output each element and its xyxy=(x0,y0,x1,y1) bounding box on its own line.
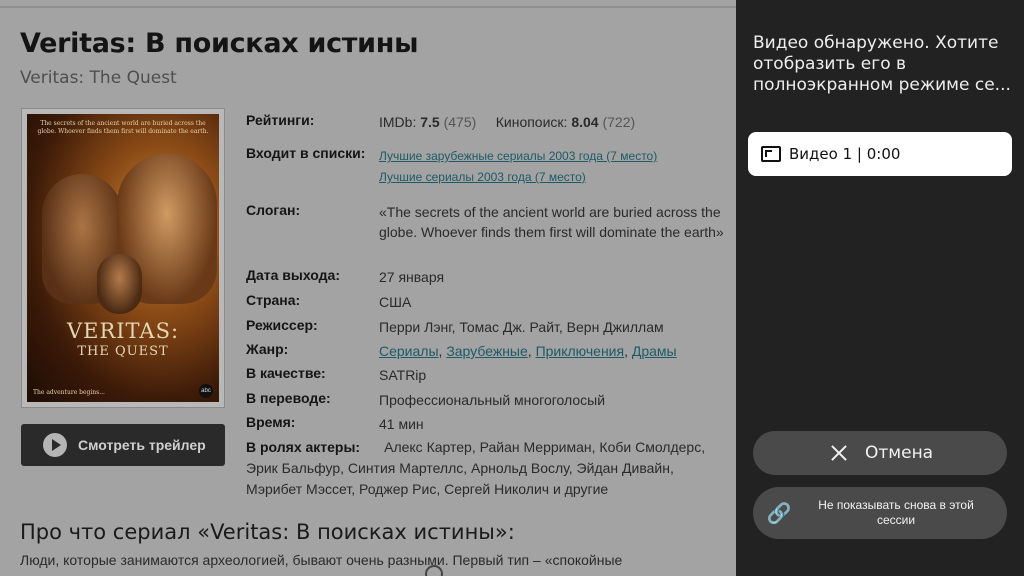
page-title: Veritas: В поисках истины xyxy=(20,28,419,59)
kp-votes: (722) xyxy=(602,114,636,130)
close-icon xyxy=(831,445,847,461)
actors-label: В ролях актеры: xyxy=(246,439,361,455)
actors-row: В ролях актеры: Алекс Картер, Райан Мерри… xyxy=(246,437,726,500)
genre-link[interactable]: Сериалы xyxy=(379,343,439,359)
page-subtitle: Veritas: The Quest xyxy=(20,68,177,88)
country-label: Страна: xyxy=(246,292,301,308)
poster-bottom-text: The adventure begins... xyxy=(33,389,105,396)
genre-link[interactable]: Драмы xyxy=(632,343,677,359)
dialog-prompt: Видео обнаружено. Хотите отобразить его … xyxy=(753,33,1011,95)
cancel-label: Отмена xyxy=(865,443,934,463)
divider xyxy=(0,6,736,8)
cancel-button[interactable]: Отмена xyxy=(753,431,1007,475)
fullscreen-icon xyxy=(761,146,781,162)
video-item-button[interactable]: Видео 1 | 0:00 xyxy=(748,132,1012,176)
scroll-indicator[interactable] xyxy=(425,565,443,576)
poster-logo: VERITAS: xyxy=(66,319,180,343)
poster-figure xyxy=(97,254,142,314)
slogan-value: «The secrets of the ancient world are bu… xyxy=(379,204,724,240)
watch-trailer-label: Смотреть трейлер xyxy=(78,437,206,453)
lists-label: Входит в списки: xyxy=(246,145,366,161)
poster-tagline: The secrets of the ancient world are bur… xyxy=(37,120,209,135)
dont-show-again-button[interactable]: 🔗 Не показывать снова в этой сессии xyxy=(753,487,1007,539)
dont-show-again-label: Не показывать снова в этой сессии xyxy=(818,498,974,527)
kp-rating: 8.04 xyxy=(571,114,599,130)
release-label: Дата выхода: xyxy=(246,267,340,283)
network-logo: abc xyxy=(199,384,213,398)
web-page: Veritas: В поисках истины Veritas: The Q… xyxy=(0,0,736,576)
poster-logo-sub: THE QUEST xyxy=(77,344,169,359)
play-icon xyxy=(43,433,67,457)
imdb-votes: (475) xyxy=(443,114,477,130)
imdb-rating: 7.5 xyxy=(420,114,440,130)
genre-label: Жанр: xyxy=(246,341,289,357)
release-value: 27 января xyxy=(379,269,445,285)
kp-label: Кинопоиск: xyxy=(495,114,568,130)
imdb-label: IMDb: xyxy=(379,114,417,130)
quality-value: SATRip xyxy=(379,367,427,383)
translation-label: В переводе: xyxy=(246,390,331,406)
video-item-label: Видео 1 | 0:00 xyxy=(789,145,901,163)
poster-image[interactable]: The secrets of the ancient world are bur… xyxy=(21,108,225,408)
lists-value: Лучшие зарубежные сериалы 2003 года (7 м… xyxy=(379,145,725,187)
ratings-label: Рейтинги: xyxy=(246,112,315,128)
list-link[interactable]: Лучшие сериалы 2003 года (7 место) xyxy=(379,170,586,184)
link-icon: 🔗 xyxy=(766,502,792,525)
list-link[interactable]: Лучшие зарубежные сериалы 2003 года (7 м… xyxy=(379,149,657,163)
quality-label: В качестве: xyxy=(246,365,326,381)
genre-link[interactable]: Зарубежные xyxy=(446,343,527,359)
section-title: Про что сериал «Veritas: В поисках истин… xyxy=(20,520,515,544)
genre-value: Сериалы, Зарубежные, Приключения, Драмы xyxy=(379,343,677,359)
video-detected-dialog: Видео обнаружено. Хотите отобразить его … xyxy=(736,0,1024,576)
director-value: Перри Лэнг, Томас Дж. Райт, Верн Джиллам xyxy=(379,319,664,335)
slogan-label: Слоган: xyxy=(246,202,301,218)
genre-link[interactable]: Приключения xyxy=(536,343,625,359)
country-value: США xyxy=(379,294,412,310)
watch-trailer-button[interactable]: Смотреть трейлер xyxy=(21,424,225,466)
director-label: Режиссер: xyxy=(246,317,318,333)
poster-art: The secrets of the ancient world are bur… xyxy=(27,114,219,402)
time-label: Время: xyxy=(246,414,296,430)
ratings-value: IMDb: 7.5 (475) Кинопоиск: 8.04 (722) xyxy=(379,112,725,132)
section-text: Люди, которые занимаются археологией, бы… xyxy=(20,552,623,568)
translation-value: Профессиональный многоголосый xyxy=(379,392,606,408)
time-value: 41 мин xyxy=(379,416,424,432)
